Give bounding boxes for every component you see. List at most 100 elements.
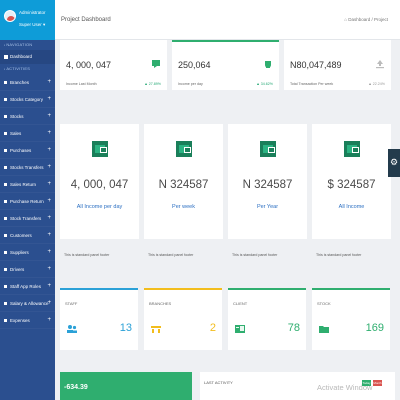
panel-footer: This is standard panel footer [148,253,194,257]
sidebar-item-purchases[interactable]: Purchases + [0,142,55,159]
expand-icon[interactable]: + [47,159,51,176]
income-label[interactable]: Per week [144,204,223,210]
menu-icon [4,183,7,186]
expand-icon[interactable]: + [47,142,51,159]
user-name: Administrator [19,10,46,15]
sidebar-item-label: Sales Return [10,182,37,187]
income-label[interactable]: Per Year [228,204,307,210]
menu-icon [4,115,7,118]
income-value: $ 324587 [327,179,376,191]
counter-label: STAFF [65,301,78,306]
settings-toggle[interactable]: ⚙ [388,149,400,177]
expand-icon[interactable]: + [47,244,51,261]
home-icon[interactable]: ⌂ [344,17,347,22]
menu-icon [4,200,7,203]
sidebar-item-label: Stocks [10,114,24,119]
sidebar-item-branches[interactable]: Branches + [0,74,55,91]
expand-icon[interactable]: + [47,125,51,142]
stat-label: Total Transaction Per week [290,82,334,86]
wallet-icon [260,141,276,157]
sidebar-item-purchase-return[interactable]: Purchase Return + [0,193,55,210]
income-card-per-day: 4, 000, 047 All Income per day [60,124,139,239]
month-button[interactable]: Month [373,380,382,386]
panel-footer: This is standard panel footer [64,253,110,257]
expand-icon[interactable]: + [47,261,51,278]
menu-icon [4,319,7,322]
counter-card-staff: STAFF 13 [60,288,138,350]
balance-value: -634.39 [64,384,88,391]
user-role-dropdown[interactable]: Super User ▾ [19,22,45,28]
sidebar-item-dashboard[interactable]: Dashboard [0,50,55,64]
income-value: N 324587 [242,179,293,191]
folder-icon [319,326,329,333]
stat-card-income-per-day: 250,064 Income per day ▲ 34.62% [172,40,279,90]
sidebar-item-label: Sales [10,131,22,136]
sidebar-item-salary-allowance[interactable]: Salary & Allowance + [0,295,55,312]
sidebar: Administrator Super User ▾ NAVIGATION Da… [0,0,55,400]
income-label[interactable]: All Income [312,204,391,210]
expand-icon[interactable]: + [47,74,51,91]
menu-icon [4,285,7,288]
sidebar-item-label: Branches [10,80,30,85]
sidebar-item-stock-transfers[interactable]: Stock Transfers + [0,210,55,227]
wallet-icon [344,141,360,157]
sidebar-item-label: Salary & Allowance [10,301,49,306]
sidebar-item-label: Drivers [10,267,25,272]
menu-icon [4,166,7,169]
counter-value: 169 [365,322,384,334]
avatar[interactable] [4,10,16,22]
sidebar-item-label: Suppliers [10,250,29,255]
income-label[interactable]: All Income per day [60,204,139,210]
stat-change: ▲ 22.24% [368,82,385,86]
expand-icon[interactable]: + [47,193,51,210]
user-panel: Administrator Super User ▾ [0,0,55,40]
expand-icon[interactable]: + [47,312,51,329]
last-activity-title: LAST ACTIVITY [204,380,233,385]
sidebar-item-drivers[interactable]: Drivers + [0,261,55,278]
chat-icon [152,60,160,68]
income-card-per-year: N 324587 Per Year [228,124,307,239]
expand-icon[interactable]: + [47,210,51,227]
stat-card-income-last-month: 4, 000, 047 Income Last Month ▲ 27.89% [60,40,167,90]
counter-card-branches: BRANCHES 2 [144,288,222,350]
breadcrumb: ⌂ Dashboard / Project [344,17,388,22]
nav-section-label: NAVIGATION [0,40,55,50]
top-header: Project Dashboard ⌂ Dashboard / Project [55,0,400,40]
menu-icon [4,302,7,305]
today-button[interactable]: Today [362,380,371,386]
sidebar-item-sales-return[interactable]: Sales Return + [0,176,55,193]
expand-icon[interactable]: + [47,295,51,312]
sidebar-item-stocks-category[interactable]: Stocks Category + [0,91,55,108]
last-activity-panel: LAST ACTIVITY Activate Window Today Mont… [200,372,395,400]
sidebar-item-expenses[interactable]: Expenses + [0,312,55,329]
sidebar-item-stocks[interactable]: Stocks + [0,108,55,125]
expand-icon[interactable]: + [47,91,51,108]
menu-icon [4,98,7,101]
menu-icon [4,234,7,237]
stat-change: ▲ 34.62% [256,82,273,86]
dashboard-icon [4,55,8,59]
sidebar-item-label: Staff App Roles [10,284,41,289]
stat-label: Income per day [178,82,203,86]
counter-card-client: CLIENT 78 [228,288,306,350]
sidebar-item-label: Expenses [10,318,30,323]
users-icon [67,325,77,333]
counter-label: STOCK [317,301,331,306]
sidebar-item-suppliers[interactable]: Suppliers + [0,244,55,261]
sidebar-item-customers[interactable]: Customers + [0,227,55,244]
expand-icon[interactable]: + [47,108,51,125]
expand-icon[interactable]: + [47,278,51,295]
sidebar-item-label: Stocks Category [10,97,44,102]
sidebar-item-sales[interactable]: Sales + [0,125,55,142]
sidebar-item-label: Customers [10,233,32,238]
stat-label: Income Last Month [66,82,97,86]
sidebar-item-staff-app-roles[interactable]: Staff App Roles + [0,278,55,295]
counter-label: CLIENT [233,301,248,306]
stat-change: ▲ 27.89% [144,82,161,86]
breadcrumb-text[interactable]: Dashboard / Project [348,17,388,22]
expand-icon[interactable]: + [47,227,51,244]
sidebar-item-stocks-transfers[interactable]: Stocks Transfers + [0,159,55,176]
expand-icon[interactable]: + [47,176,51,193]
menu-icon [4,251,7,254]
counter-value: 13 [119,322,132,334]
